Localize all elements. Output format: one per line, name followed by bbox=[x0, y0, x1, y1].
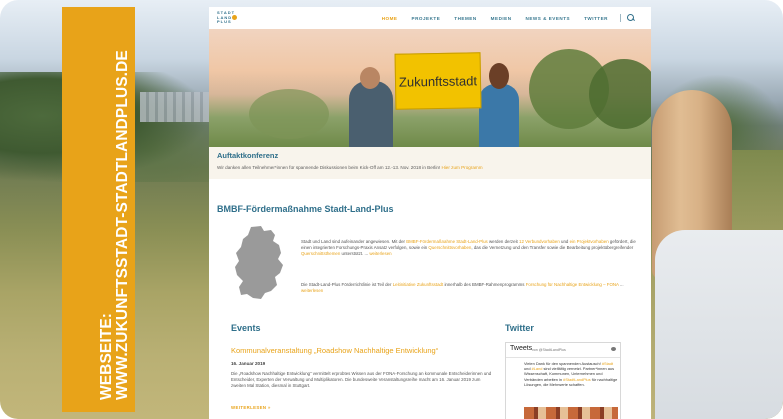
querschnittsthemen-link[interactable]: Querschnittsthemen bbox=[301, 251, 340, 256]
photo-background: WEBSEITE: WWW.ZUKUNFTSSTADT-STADTLANDPLU… bbox=[0, 0, 783, 419]
hero-bush bbox=[249, 89, 329, 139]
sign-text: Zukunftsstadt bbox=[398, 72, 478, 90]
nav-item-projekte[interactable]: PROJEKTE bbox=[412, 16, 441, 21]
bmbf-heading: BMBF-Fördermaßnahme Stadt-Land-Plus bbox=[217, 204, 394, 214]
querschnittsvorhaben-link[interactable]: Querschnittsvorhaben bbox=[428, 245, 471, 250]
background-city bbox=[140, 92, 210, 122]
event-title-link[interactable]: Kommunalveranstaltung „Roadshow Nachhalt… bbox=[231, 346, 438, 355]
tweets-title: Tweets bbox=[510, 345, 533, 352]
tweet-text: Vielen Dank für den spannenden Austausch… bbox=[524, 361, 618, 387]
twitter-bird-icon bbox=[611, 347, 616, 351]
tweet-image[interactable] bbox=[524, 407, 618, 419]
verbundvorhaben-link[interactable]: 12 Verbundvorhaben bbox=[519, 239, 560, 244]
conference-text: Wir danken allen Teilnehmer*innen für sp… bbox=[217, 165, 483, 170]
hero-person-woman-head bbox=[489, 63, 509, 89]
fona-link[interactable]: Forschung für Nachhaltige Entwicklung – … bbox=[526, 282, 619, 287]
read-more-link[interactable]: weiterlesen bbox=[369, 251, 391, 256]
hero-person-woman bbox=[479, 84, 519, 147]
website-label-line1: WEBSEITE: bbox=[98, 312, 115, 400]
leitinitiative-link[interactable]: Leitinitiative Zukunftsstadt bbox=[393, 282, 444, 287]
website-screenshot: STADT LAND PLUS HOME PROJEKTE THEMEN MED… bbox=[209, 7, 651, 419]
bmbf-text: Die Stadt-Land-Plus Förderrichtlinie ist… bbox=[301, 282, 392, 287]
bmbf-paragraph-1: Stadt und Land sind aufeinander angewies… bbox=[301, 239, 641, 258]
bmbf-paragraph-2: Die Stadt-Land-Plus Förderrichtlinie ist… bbox=[301, 282, 641, 294]
nav-item-home[interactable]: HOME bbox=[382, 16, 398, 21]
bmbf-text: ... bbox=[619, 282, 624, 287]
nav-item-news-events[interactable]: NEWS & EVENTS bbox=[526, 16, 571, 21]
twitter-handle-link[interactable]: von @StadtLandPlus bbox=[532, 348, 566, 352]
twitter-widget[interactable]: Tweets von @StadtLandPlus Vielen Dank fü… bbox=[505, 342, 621, 419]
zukunftsstadt-sign: Zukunftsstadt bbox=[394, 52, 482, 110]
conference-title: Auftaktkonferenz bbox=[217, 151, 279, 160]
projektvorhaben-link[interactable]: ein Projektvorhaben bbox=[570, 239, 609, 244]
nav-item-medien[interactable]: MEDIEN bbox=[491, 16, 512, 21]
events-heading: Events bbox=[231, 323, 261, 333]
hero-person-man bbox=[349, 81, 393, 147]
conference-text-body: Wir danken allen Teilnehmer*innen für sp… bbox=[217, 165, 441, 170]
website-label: WEBSEITE: WWW.ZUKUNFTSSTADT-STADTLANDPLU… bbox=[98, 50, 131, 400]
bmbf-text: innerhalb des BMBF-Rahmenprogramms bbox=[444, 282, 525, 287]
bmbf-text: und bbox=[561, 239, 569, 244]
search-icon[interactable] bbox=[627, 14, 635, 22]
hero-person-man-head bbox=[360, 67, 380, 89]
conference-banner: Auftaktkonferenz Wir danken allen Teilne… bbox=[209, 147, 651, 179]
main-nav: HOME PROJEKTE THEMEN MEDIEN NEWS & EVENT… bbox=[368, 14, 635, 22]
conference-program-link[interactable]: Hier zum Programm bbox=[441, 165, 482, 170]
bmbf-link[interactable]: BMBF-Fördermaßnahme Stadt-Land-Plus bbox=[406, 239, 488, 244]
bmbf-text: Stadt und Land sind aufeinander angewies… bbox=[301, 239, 405, 244]
germany-map-icon bbox=[235, 226, 283, 299]
girl-shirt bbox=[655, 230, 783, 419]
logo-dot-icon bbox=[232, 15, 237, 20]
event-date: 16. Januar 2019 bbox=[231, 361, 266, 366]
bmbf-text: unterstützt. ... bbox=[341, 251, 369, 257]
hero-tree bbox=[589, 59, 651, 129]
nav-item-twitter[interactable]: TWITTER bbox=[584, 16, 608, 21]
nav-item-themen[interactable]: THEMEN bbox=[454, 16, 476, 21]
read-more-link[interactable]: weiterlesen bbox=[301, 288, 323, 293]
logo-word-3: PLUS bbox=[217, 19, 232, 25]
hero-banner: Zukunftsstadt bbox=[209, 29, 651, 147]
event-description: Die „Roadshow Nachhaltige Entwicklung“ v… bbox=[231, 371, 492, 389]
bmbf-text: werden derzeit bbox=[488, 239, 518, 244]
website-label-url: WWW.ZUKUNFTSSTADT-STADTLANDPLUS.DE bbox=[114, 50, 131, 400]
event-read-more-link[interactable]: WEITERLESEN » bbox=[231, 405, 271, 410]
bmbf-text: , das die Vernetzung und den Transfer so… bbox=[471, 245, 634, 251]
nav-divider bbox=[620, 14, 621, 22]
site-logo[interactable]: STADT LAND PLUS bbox=[217, 10, 243, 26]
widget-divider bbox=[506, 357, 620, 358]
site-header: STADT LAND PLUS HOME PROJEKTE THEMEN MED… bbox=[209, 7, 651, 29]
twitter-heading: Twitter bbox=[505, 323, 534, 333]
